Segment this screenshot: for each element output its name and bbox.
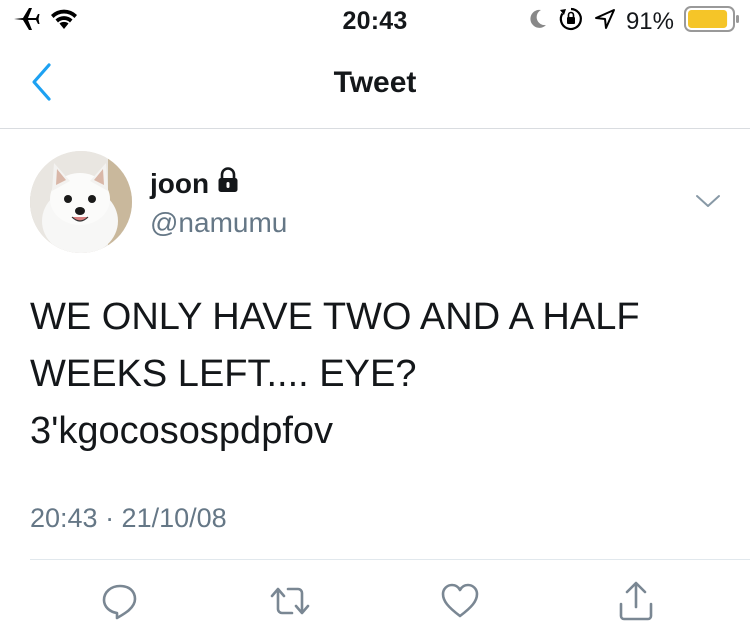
tweet-text-line: WEEKS LEFT.... EYE? [30, 353, 417, 395]
retweet-button[interactable] [266, 579, 314, 627]
chevron-down-icon [694, 195, 722, 215]
share-icon [616, 580, 656, 627]
battery-percent: 91% [625, 7, 674, 35]
reply-button[interactable] [96, 579, 144, 627]
battery-icon [684, 6, 740, 37]
moon-icon [528, 8, 548, 35]
share-button[interactable] [612, 579, 660, 627]
retweet-icon [268, 581, 312, 626]
tweet-menu-button[interactable] [694, 191, 722, 211]
status-bar: 20:43 91% [0, 0, 750, 42]
user-handle[interactable]: @namumu [150, 207, 287, 239]
divider [30, 559, 750, 560]
tweet-actions [0, 579, 750, 639]
page-title: Tweet [333, 66, 417, 99]
dog-photo [30, 151, 132, 253]
heart-icon [440, 581, 480, 626]
reply-icon [100, 581, 140, 626]
like-button[interactable] [436, 579, 484, 627]
location-icon [594, 8, 616, 35]
tweet-text-line: WE ONLY HAVE TWO AND A HALF [30, 296, 640, 338]
tweet-timestamp[interactable]: 20:43 · 21/10/08 [30, 503, 227, 534]
display-name: joon [150, 167, 210, 199]
tweet-text-line: 3'kgocosospdpfov [30, 410, 334, 452]
orientation-lock-icon [558, 6, 584, 37]
battery-fill [688, 10, 728, 28]
tweet-text: WE ONLY HAVE TWO AND A HALF WEEKS LEFT..… [30, 289, 720, 460]
nav-bar: Tweet [0, 42, 750, 129]
avatar[interactable] [30, 151, 132, 253]
lock-icon [217, 167, 239, 200]
status-bar-right: 91% [528, 6, 740, 37]
user-name[interactable]: joon [150, 167, 239, 200]
